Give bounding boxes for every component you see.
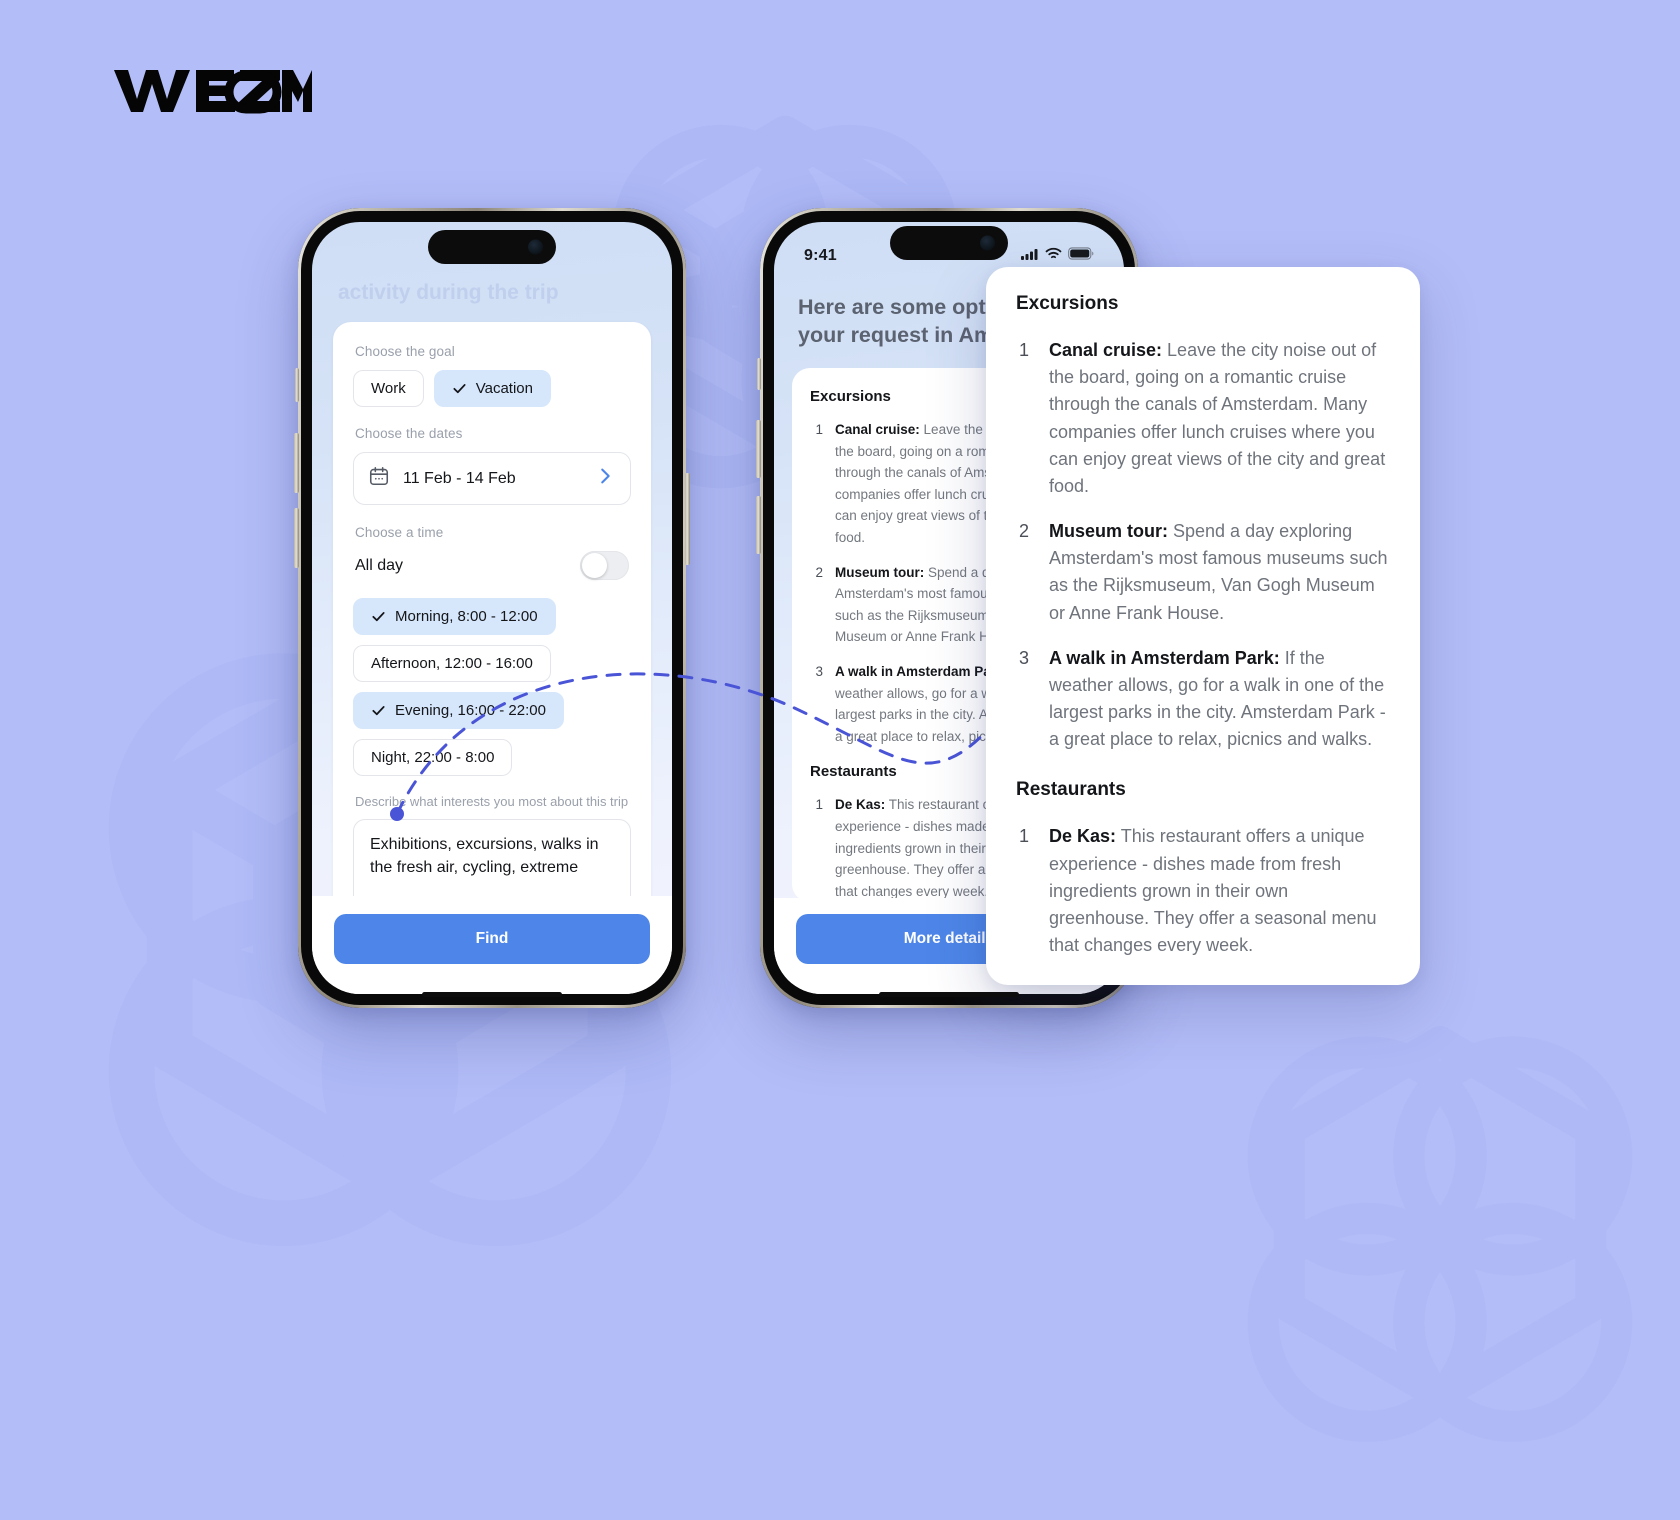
check-icon (371, 609, 386, 624)
date-range-value: 11 Feb - 14 Feb (403, 469, 516, 487)
time-slot-group: Morning, 8:00 - 12:00 Afternoon, 12:00 -… (353, 598, 631, 776)
volume-down-button[interactable] (294, 508, 299, 568)
list-item: 1 Canal cruise: Leave the city noise out… (1016, 337, 1390, 500)
goal-chip-work[interactable]: Work (353, 370, 424, 407)
list-item-title: A walk in Amsterdam Park: (1049, 647, 1280, 668)
goal-chip-vacation-label: Vacation (475, 380, 533, 397)
list-item-number: 1 (1018, 826, 1029, 847)
all-day-row: All day (355, 551, 629, 580)
home-indicator[interactable] (879, 992, 1019, 997)
volume-down-button[interactable] (756, 496, 761, 554)
describe-label: Describe what interests you most about t… (355, 794, 629, 809)
dates-label: Choose the dates (355, 426, 463, 441)
time-slot-afternoon-label: Afternoon, 12:00 - 16:00 (371, 655, 533, 672)
list-item: 2 Museum tour: Spend a day exploring Ams… (1016, 518, 1390, 627)
list-item: 1 De Kas: This restaurant offers a uniqu… (1016, 823, 1390, 959)
goal-chip-vacation[interactable]: Vacation (433, 370, 551, 407)
list-item-title: A walk in Amsterdam Park: (835, 663, 1009, 679)
battery-icon (1068, 247, 1094, 265)
goal-chip-work-label: Work (371, 380, 406, 397)
list-item-title: Canal cruise: (1049, 340, 1163, 360)
trip-form-card: Choose the goal Work Vacation Choose the… (333, 322, 651, 927)
all-day-toggle[interactable] (580, 551, 629, 580)
list-item-text: Canal cruise: Leave the city noise out o… (1049, 337, 1390, 500)
list-item-number: 1 (815, 797, 823, 813)
chevron-right-icon[interactable] (594, 465, 616, 492)
home-indicator[interactable] (422, 992, 562, 997)
list-item-number: 2 (815, 564, 823, 580)
list-item-text: De Kas: This restaurant offers a unique … (1049, 823, 1390, 959)
volume-up-button[interactable] (294, 433, 299, 493)
describe-input[interactable]: Exhibitions, excursions, walks in the fr… (353, 819, 631, 907)
mute-switch[interactable] (757, 358, 761, 390)
list-item-number: 3 (815, 663, 823, 679)
power-button[interactable] (685, 473, 690, 565)
phone-left: activity during the trip Choose the goal… (294, 208, 690, 1008)
overlay-heading-excursions: Excursions (1016, 293, 1119, 314)
list-item-number: 1 (1018, 340, 1029, 360)
status-indicators (1021, 247, 1094, 265)
ghost-heading: activity during the trip (338, 281, 559, 304)
detail-overlay-card: Excursions 1 Canal cruise: Leave the cit… (986, 267, 1420, 985)
list-item: 3 A walk in Amsterdam Park: If the weath… (1016, 645, 1390, 754)
time-label: Choose a time (355, 525, 444, 540)
dynamic-island (428, 230, 556, 264)
time-slot-night[interactable]: Night, 22:00 - 8:00 (353, 739, 513, 776)
list-item-number: 3 (1018, 647, 1029, 668)
canvas: activity during the trip Choose the goal… (0, 0, 1680, 1442)
list-item-title: De Kas: (1049, 826, 1117, 847)
time-slot-morning[interactable]: Morning, 8:00 - 12:00 (353, 598, 556, 635)
check-icon (452, 381, 467, 396)
status-time: 9:41 (804, 247, 837, 264)
list-item-number: 2 (1018, 521, 1029, 542)
find-button[interactable]: Find (334, 914, 650, 964)
time-slot-night-label: Night, 22:00 - 8:00 (371, 749, 495, 766)
overlay-heading-restaurants: Restaurants (1016, 779, 1126, 801)
list-item-title: Canal cruise: (835, 422, 920, 437)
overlay-restaurants-list: 1 De Kas: This restaurant offers a uniqu… (1016, 823, 1390, 959)
date-range-field[interactable]: 11 Feb - 14 Feb (353, 452, 631, 505)
time-slot-evening[interactable]: Evening, 16:00 - 22:00 (353, 692, 564, 729)
list-item-title: De Kas: (835, 797, 886, 813)
list-item-body: Leave the city noise out of the board, g… (1049, 340, 1386, 496)
openai-knot-watermark-icon (1180, 1000, 1680, 1442)
status-bar: 9:41 (774, 241, 1124, 271)
list-item-text: Museum tour: Spend a day exploring Amste… (1049, 518, 1390, 627)
list-item-title: Museum tour: (835, 564, 925, 580)
all-day-label: All day (355, 556, 404, 574)
time-slot-morning-label: Morning, 8:00 - 12:00 (395, 608, 538, 625)
list-item-text: A walk in Amsterdam Park: If the weather… (1049, 645, 1390, 754)
cellular-signal-icon (1021, 247, 1039, 265)
phone-left-screen: activity during the trip Choose the goal… (312, 222, 672, 994)
list-item-title: Museum tour: (1049, 521, 1168, 542)
wifi-icon (1045, 247, 1062, 265)
volume-up-button[interactable] (756, 420, 761, 478)
time-slot-afternoon[interactable]: Afternoon, 12:00 - 16:00 (353, 645, 551, 682)
wezom-logo-om (112, 62, 312, 118)
goal-chip-group: Work Vacation (353, 370, 631, 407)
front-camera-icon (528, 239, 543, 255)
goal-label: Choose the goal (355, 344, 455, 359)
time-slot-evening-label: Evening, 16:00 - 22:00 (395, 702, 546, 719)
mute-switch[interactable] (295, 368, 299, 402)
check-icon (371, 703, 386, 718)
calendar-icon (368, 465, 390, 492)
overlay-excursions-list: 1 Canal cruise: Leave the city noise out… (1016, 337, 1390, 753)
list-item-number: 1 (815, 422, 823, 437)
phone-left-action-bar: Find (312, 896, 672, 994)
